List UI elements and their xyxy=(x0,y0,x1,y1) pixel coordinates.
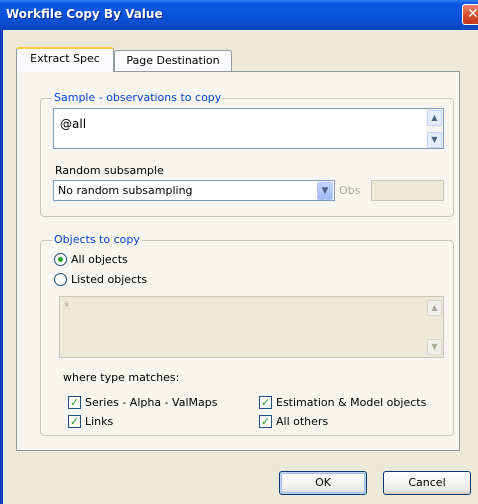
check-estimation-label: Estimation & Model objects xyxy=(276,395,427,409)
check-series[interactable]: ✓ Series - Alpha - ValMaps xyxy=(68,394,217,410)
title-bar: Workfile Copy By Value ✕ xyxy=(0,0,478,30)
random-subsample-select[interactable]: No random subsampling ▼ xyxy=(53,180,335,201)
scroll-down-icon[interactable]: ▼ xyxy=(427,132,442,148)
check-all-others[interactable]: ✓ All others xyxy=(259,413,328,429)
check-links-label: Links xyxy=(85,414,114,428)
radio-all-objects[interactable]: All objects xyxy=(54,251,128,267)
listed-objects-scrollbar[interactable]: ▲ ▼ xyxy=(426,297,443,357)
sample-input[interactable]: @all ▲ ▼ xyxy=(53,108,444,149)
radio-all-objects-label: All objects xyxy=(71,252,128,266)
random-subsample-value: No random subsampling xyxy=(58,184,193,197)
scroll-down-icon[interactable]: ▼ xyxy=(427,339,442,355)
chevron-down-icon[interactable]: ▼ xyxy=(317,182,333,200)
type-matches-label: where type matches: xyxy=(63,371,180,384)
check-series-box[interactable]: ✓ xyxy=(68,395,81,409)
check-links-box[interactable]: ✓ xyxy=(68,414,81,428)
ok-button[interactable]: OK xyxy=(279,471,367,495)
cancel-button[interactable]: Cancel xyxy=(383,471,471,495)
close-icon: ✕ xyxy=(467,6,478,22)
check-series-label: Series - Alpha - ValMaps xyxy=(85,395,218,409)
check-estimation-box[interactable]: ✓ xyxy=(259,395,272,409)
listed-objects-value: * xyxy=(64,300,70,313)
scroll-up-icon[interactable]: ▲ xyxy=(427,300,442,316)
check-all-others-label: All others xyxy=(276,414,329,428)
check-links[interactable]: ✓ Links xyxy=(68,413,113,429)
listed-objects-input[interactable]: * ▲ ▼ xyxy=(59,296,444,358)
obs-label: Obs xyxy=(339,184,361,197)
objects-group-legend: Objects to copy xyxy=(52,233,142,246)
window-title: Workfile Copy By Value xyxy=(6,7,163,21)
tab-extract-spec-label: Extract Spec xyxy=(30,52,100,65)
tab-page-destination[interactable]: Page Destination xyxy=(114,50,232,71)
sample-group-legend: Sample - observations to copy xyxy=(52,91,224,104)
close-button[interactable]: ✕ xyxy=(462,4,478,25)
obs-input[interactable] xyxy=(371,180,444,201)
sample-input-value: @all xyxy=(60,117,87,131)
scroll-up-icon[interactable]: ▲ xyxy=(427,110,442,126)
tab-page-destination-label: Page Destination xyxy=(126,54,220,67)
window-frame xyxy=(0,30,3,504)
sample-scrollbar[interactable]: ▲ ▼ xyxy=(426,109,443,148)
radio-listed-objects-control[interactable] xyxy=(54,272,67,286)
radio-all-objects-control[interactable] xyxy=(54,252,67,266)
check-all-others-box[interactable]: ✓ xyxy=(259,414,272,428)
tab-extract-spec[interactable]: Extract Spec xyxy=(16,47,114,72)
radio-listed-objects[interactable]: Listed objects xyxy=(54,271,147,287)
check-estimation[interactable]: ✓ Estimation & Model objects xyxy=(259,394,426,410)
random-subsample-label: Random subsample xyxy=(55,164,164,177)
radio-listed-objects-label: Listed objects xyxy=(71,272,148,286)
